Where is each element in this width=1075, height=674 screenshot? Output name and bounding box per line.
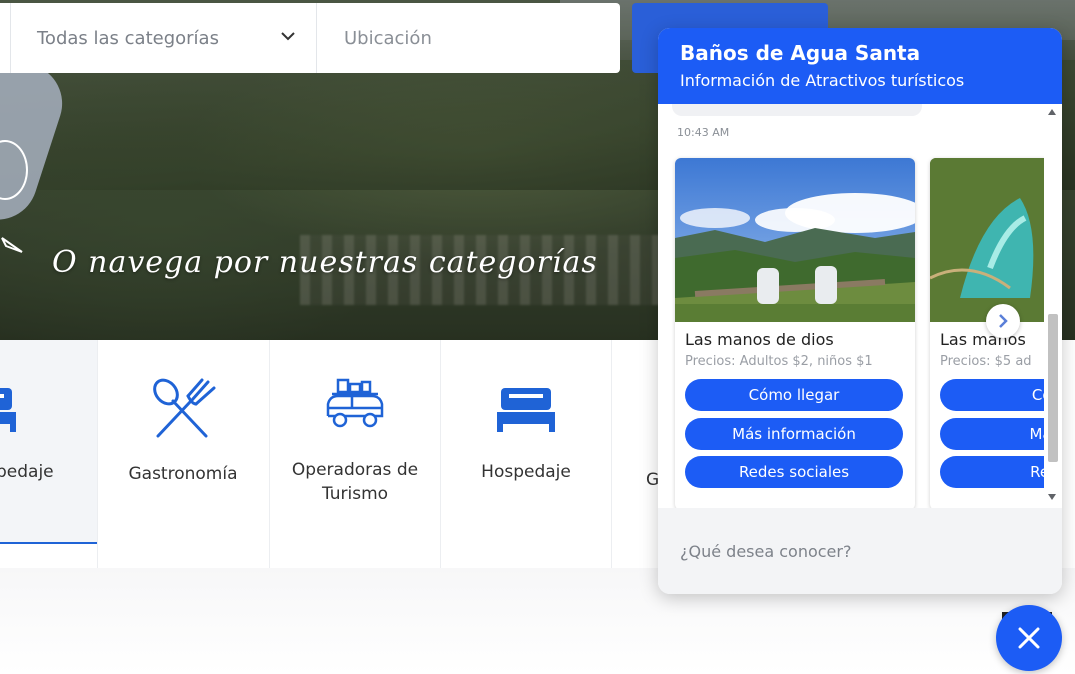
category-gastronomia[interactable]: Gastronomía: [98, 340, 268, 568]
category-label: Gastronomía: [128, 464, 238, 484]
location-input[interactable]: [318, 3, 618, 73]
search-bar-edge: [10, 3, 11, 73]
how-to-get-button[interactable]: Cómo llegar: [685, 379, 903, 411]
category-select-value: Todas las categorías: [37, 27, 219, 49]
chat-subtitle: Información de Atractivos turísticos: [680, 71, 965, 90]
carousel-next-button[interactable]: [986, 304, 1020, 338]
category-label: Operadoras de Turismo: [291, 460, 419, 504]
more-info-button[interactable]: Más i: [940, 418, 1044, 450]
chat-scrollbar[interactable]: [1044, 104, 1062, 508]
chevron-down-icon: [281, 32, 295, 41]
category-partial-right[interactable]: G: [612, 340, 660, 568]
how-to-get-button[interactable]: Cóm: [940, 379, 1044, 411]
card-price: Precios: Adultos $2, niños $1: [685, 354, 873, 369]
scroll-down-arrow[interactable]: [1048, 494, 1056, 500]
social-media-button[interactable]: Rede: [940, 456, 1044, 488]
card-title: Las manos de dios: [685, 330, 834, 349]
category-select[interactable]: Todas las categorías: [12, 3, 316, 73]
bed-icon: [497, 388, 555, 432]
attraction-card: Las manos Precios: $5 ad Cóm Más i Rede: [930, 158, 1044, 508]
attraction-photo: [675, 158, 915, 322]
more-info-button[interactable]: Más información: [685, 418, 903, 450]
category-label: G: [646, 470, 660, 490]
chat-messages: 10:43 AM Las manos de dios Precios: Adul…: [658, 104, 1044, 508]
fork-spoon-icon: [153, 378, 216, 438]
paper-plane-icon: [1, 237, 23, 253]
category-hospedaje[interactable]: Hospedaje: [441, 340, 611, 568]
chat-input-area: [658, 508, 1062, 594]
scrollbar-thumb[interactable]: [1048, 314, 1058, 462]
previous-message-bubble: [672, 104, 922, 116]
category-label: Hospedaje: [481, 462, 571, 482]
bed-icon: [0, 388, 16, 432]
page: O navega por nuestras categorías Todas l…: [0, 0, 1075, 674]
chat-title: Baños de Agua Santa: [680, 41, 921, 65]
attraction-photo: [930, 158, 1044, 322]
scroll-up-arrow[interactable]: [1048, 109, 1056, 115]
chevron-right-icon: [999, 314, 1008, 328]
hero-tagline: O navega por nuestras categorías: [52, 245, 598, 280]
car-luggage-icon: [326, 378, 384, 428]
search-divider: [316, 3, 317, 73]
category-label: pedaje: [0, 462, 54, 482]
attraction-card: Las manos de dios Precios: Adultos $2, n…: [675, 158, 915, 508]
card-price: Precios: $5 ad: [940, 354, 1032, 369]
close-icon: [1018, 627, 1040, 649]
chat-widget: Baños de Agua Santa Información de Atrac…: [658, 28, 1062, 594]
category-operadoras[interactable]: Operadoras de Turismo: [270, 340, 440, 568]
social-media-button[interactable]: Redes sociales: [685, 456, 903, 488]
categories-row: pedaje Gastronomía Operadoras de Turismo…: [0, 340, 660, 568]
category-hospedaje-partial[interactable]: pedaje: [0, 340, 97, 544]
chat-message-input[interactable]: [658, 508, 1062, 594]
message-timestamp: 10:43 AM: [677, 126, 730, 139]
chat-header: Baños de Agua Santa Información de Atrac…: [658, 28, 1062, 104]
close-chat-button[interactable]: [996, 605, 1062, 671]
